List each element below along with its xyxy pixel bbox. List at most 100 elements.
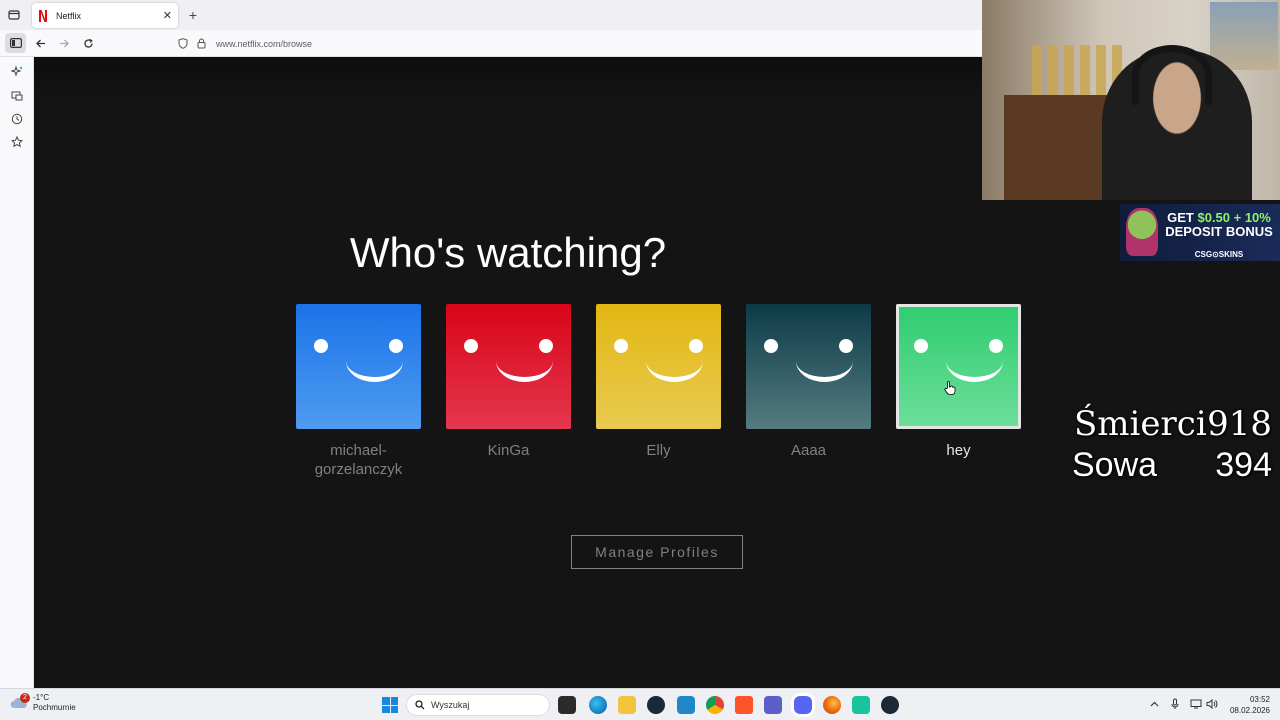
avatar-eye bbox=[839, 339, 853, 353]
chrome-icon[interactable] bbox=[706, 696, 724, 714]
search-icon bbox=[415, 700, 425, 710]
hand-cursor-icon bbox=[944, 381, 956, 395]
ad-headline: GET $0.50 + 10% bbox=[1160, 211, 1278, 224]
deaths-label: Śmierci bbox=[1074, 404, 1207, 444]
tray-chevron-up-icon[interactable] bbox=[1147, 697, 1161, 711]
profile-name[interactable]: michael-gorzelanczyk bbox=[296, 441, 421, 479]
avatar-eye bbox=[689, 339, 703, 353]
ai-sparkle-icon[interactable] bbox=[10, 65, 24, 79]
taskbar: 2 -1°C Pochmurnie Wyszukaj 03:52 08.02.2… bbox=[0, 688, 1280, 720]
screen: Netflix ✕ + www.netflix.com/browse Who's… bbox=[0, 0, 1280, 720]
profile-item[interactable]: michael-gorzelanczyk bbox=[296, 304, 421, 479]
trophies bbox=[1032, 45, 1122, 95]
back-icon[interactable] bbox=[32, 35, 48, 51]
profile-avatar-icon[interactable] bbox=[296, 304, 421, 429]
netflix-profile-page: Who's watching? michael-gorzelanczyk KinG… bbox=[34, 57, 1021, 688]
teams-icon[interactable] bbox=[764, 696, 782, 714]
search-placeholder: Wyszukaj bbox=[431, 700, 470, 710]
deaths-row: Śmierci 918 bbox=[1072, 404, 1276, 446]
profile-item[interactable]: Aaaa bbox=[746, 304, 871, 460]
profile-avatar-icon[interactable] bbox=[596, 304, 721, 429]
profile-name-line1: hey bbox=[946, 442, 971, 459]
avatar-eye bbox=[539, 339, 553, 353]
clock-date: 08.02.2026 bbox=[1229, 706, 1270, 715]
avatar-eye bbox=[314, 339, 328, 353]
profile-avatar-icon[interactable] bbox=[896, 304, 1021, 429]
avatar-eye bbox=[989, 339, 1003, 353]
avatar-smile bbox=[796, 361, 853, 382]
profile-name-line1: Elly bbox=[646, 442, 671, 459]
ad-brand: CSG⊙SKINS bbox=[1194, 250, 1244, 259]
reload-icon[interactable] bbox=[80, 35, 96, 51]
weather-widget[interactable]: 2 -1°C Pochmurnie bbox=[10, 693, 76, 713]
firefox-icon[interactable] bbox=[823, 696, 841, 714]
app-icon-blue[interactable] bbox=[677, 696, 695, 714]
synced-tabs-icon[interactable] bbox=[10, 89, 24, 103]
ad-banner: GET $0.50 + 10% DEPOSIT BONUS CSG⊙SKINS bbox=[1120, 204, 1280, 261]
ad-mascot-icon bbox=[1126, 208, 1158, 256]
weather-desc: Pochmurnie bbox=[33, 703, 76, 712]
edge-icon[interactable] bbox=[589, 696, 607, 714]
profile-item[interactable]: KinGa bbox=[446, 304, 571, 460]
ad-headline-b: $0.50 + 10% bbox=[1197, 210, 1271, 225]
death-counter-overlay: Śmierci 918 Sowa 394 bbox=[1072, 404, 1276, 488]
page-header-gradient bbox=[34, 57, 982, 101]
netflix-favicon-icon bbox=[39, 9, 47, 22]
lock-icon[interactable] bbox=[194, 38, 208, 49]
steam-icon[interactable] bbox=[647, 696, 665, 714]
microphone-icon[interactable] bbox=[1168, 697, 1182, 711]
weather-temp: -1°C bbox=[33, 693, 50, 702]
windows-start-icon[interactable] bbox=[382, 697, 398, 713]
steam-icon-2[interactable] bbox=[881, 696, 899, 714]
brave-icon[interactable] bbox=[735, 696, 753, 714]
profile-avatar-icon[interactable] bbox=[746, 304, 871, 429]
profile-name-line2: gorzelanczyk bbox=[314, 461, 403, 478]
notification-badge: 2 bbox=[20, 693, 30, 703]
app-icon-green[interactable] bbox=[852, 696, 870, 714]
profile-item[interactable]: hey bbox=[896, 304, 1021, 460]
cloud-icon: 2 bbox=[10, 693, 30, 710]
avatar-eye bbox=[914, 339, 928, 353]
file-explorer-icon[interactable] bbox=[618, 696, 636, 714]
weather-text: -1°C Pochmurnie bbox=[33, 693, 76, 713]
profile-name[interactable]: hey bbox=[896, 441, 1021, 460]
profile-item[interactable]: Elly bbox=[596, 304, 721, 460]
headset bbox=[1132, 45, 1212, 105]
avatar-eye bbox=[764, 339, 778, 353]
sowa-row: Sowa 394 bbox=[1072, 446, 1276, 488]
new-tab-button[interactable]: + bbox=[186, 7, 200, 23]
taskbar-search[interactable]: Wyszukaj bbox=[406, 694, 550, 716]
tab-netflix[interactable]: Netflix ✕ bbox=[32, 3, 178, 28]
url-text[interactable]: www.netflix.com/browse bbox=[216, 39, 312, 49]
profile-name[interactable]: KinGa bbox=[446, 441, 571, 460]
browser-nav-bar: www.netflix.com/browse bbox=[0, 30, 982, 57]
webcam-overlay bbox=[982, 0, 1280, 200]
display-icon[interactable] bbox=[1189, 697, 1203, 711]
system-clock[interactable]: 03:52 08.02.2026 bbox=[1224, 694, 1270, 716]
profile-avatar-icon[interactable] bbox=[446, 304, 571, 429]
sidebar-toggle-button[interactable] bbox=[5, 33, 26, 53]
bookmarks-star-icon[interactable] bbox=[10, 135, 24, 149]
avatar-smile bbox=[646, 361, 703, 382]
profile-name[interactable]: Elly bbox=[596, 441, 721, 460]
task-view-icon[interactable] bbox=[558, 696, 576, 714]
avatar-eye bbox=[614, 339, 628, 353]
profile-name-line1: KinGa bbox=[487, 442, 530, 459]
address-bar[interactable]: www.netflix.com/browse bbox=[176, 33, 976, 54]
shield-icon[interactable] bbox=[176, 38, 190, 49]
profile-name[interactable]: Aaaa bbox=[746, 441, 871, 460]
forward-icon[interactable] bbox=[56, 35, 72, 51]
history-icon[interactable] bbox=[10, 112, 24, 126]
close-tab-icon[interactable]: ✕ bbox=[163, 9, 172, 22]
discord-icon[interactable] bbox=[794, 696, 812, 714]
deaths-value: 918 bbox=[1207, 404, 1272, 444]
avatar-eye bbox=[389, 339, 403, 353]
manage-profiles-button[interactable]: Manage Profiles bbox=[571, 535, 743, 569]
tab-overview-icon[interactable] bbox=[6, 7, 22, 23]
volume-icon[interactable] bbox=[1205, 697, 1219, 711]
wall-picture bbox=[1210, 2, 1278, 70]
clock-time: 03:52 bbox=[1249, 695, 1270, 704]
profile-name-line1: Aaaa bbox=[790, 442, 827, 459]
avatar-eye bbox=[464, 339, 478, 353]
browser-tab-bar: Netflix ✕ + bbox=[0, 0, 982, 30]
